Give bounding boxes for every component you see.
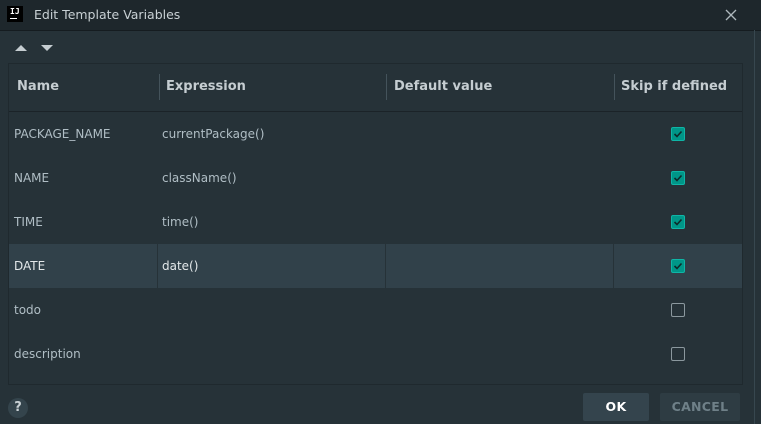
column-header-default-value[interactable]: Default value xyxy=(394,64,492,111)
title-bar: IJ Edit Template Variables xyxy=(0,0,761,31)
skip-if-defined-checkbox[interactable] xyxy=(671,127,685,141)
dialog-edge xyxy=(754,30,755,424)
cancel-button[interactable]: CANCEL xyxy=(660,393,740,421)
table-toolbar xyxy=(8,38,752,60)
cell-name[interactable]: TIME xyxy=(14,200,43,244)
cell-name[interactable]: description xyxy=(14,332,81,376)
column-separator xyxy=(159,74,160,100)
cell-expression[interactable]: currentPackage() xyxy=(162,112,264,156)
cell-name[interactable]: PACKAGE_NAME xyxy=(14,112,111,156)
checkmark-icon xyxy=(673,174,683,182)
skip-if-defined-checkbox[interactable] xyxy=(671,215,685,229)
move-up-button[interactable] xyxy=(14,42,28,54)
checkmark-icon xyxy=(673,262,683,270)
skip-if-defined-checkbox[interactable] xyxy=(671,347,685,361)
column-divider xyxy=(157,244,158,288)
table-header: Name Expression Default value Skip if de… xyxy=(9,64,742,112)
table-row[interactable]: description xyxy=(9,332,742,376)
table-row[interactable]: todo xyxy=(9,288,742,332)
table-row[interactable]: TIME time() xyxy=(9,200,742,244)
cell-expression[interactable]: className() xyxy=(162,156,237,200)
table-row[interactable]: NAME className() xyxy=(9,156,742,200)
column-header-expression[interactable]: Expression xyxy=(166,64,246,111)
skip-if-defined-checkbox[interactable] xyxy=(671,171,685,185)
column-header-skip-if-defined[interactable]: Skip if defined xyxy=(621,64,727,111)
cell-expression[interactable]: time() xyxy=(162,200,198,244)
move-down-button[interactable] xyxy=(40,42,54,54)
close-icon xyxy=(725,9,737,21)
skip-if-defined-checkbox[interactable] xyxy=(671,259,685,273)
triangle-up-icon xyxy=(15,45,27,51)
cell-name[interactable]: DATE xyxy=(14,244,45,288)
column-divider xyxy=(385,244,386,288)
intellij-logo-icon: IJ xyxy=(7,6,23,22)
column-separator xyxy=(614,74,615,100)
logo-text: IJ xyxy=(10,7,20,16)
column-header-name[interactable]: Name xyxy=(17,64,59,111)
cell-expression[interactable]: date() xyxy=(162,244,198,288)
checkmark-icon xyxy=(673,218,683,226)
checkmark-icon xyxy=(673,130,683,138)
window-title: Edit Template Variables xyxy=(34,7,181,22)
ok-button[interactable]: OK xyxy=(583,393,649,421)
column-separator xyxy=(386,74,387,100)
triangle-down-icon xyxy=(41,45,53,51)
cell-name[interactable]: todo xyxy=(14,288,41,332)
skip-if-defined-checkbox[interactable] xyxy=(671,303,685,317)
variables-table: Name Expression Default value Skip if de… xyxy=(8,63,743,385)
help-button[interactable]: ? xyxy=(8,398,28,418)
close-button[interactable] xyxy=(720,4,742,26)
column-divider xyxy=(613,244,614,288)
table-row-selected[interactable]: DATE date() xyxy=(9,244,742,288)
table-row[interactable]: PACKAGE_NAME currentPackage() xyxy=(9,112,742,156)
cell-name[interactable]: NAME xyxy=(14,156,49,200)
